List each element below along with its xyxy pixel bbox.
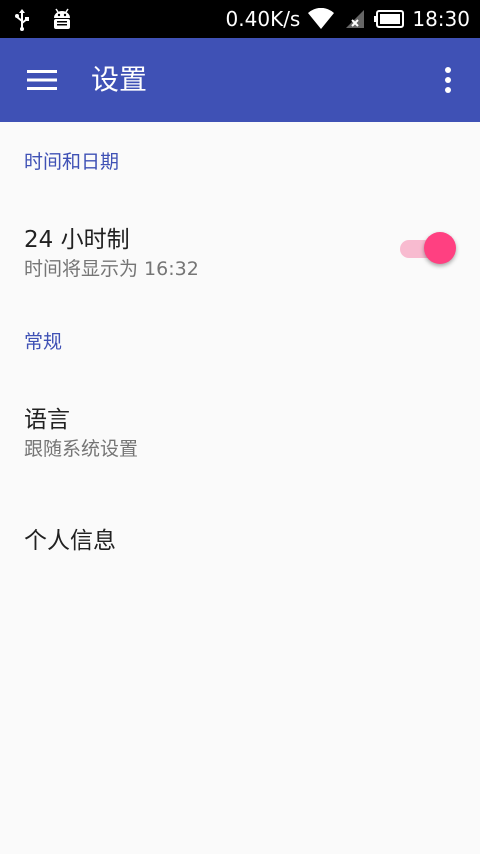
pref-language-title: 语言 bbox=[24, 407, 70, 433]
24-hour-toggle[interactable] bbox=[398, 230, 456, 266]
pref-language[interactable]: 语言 跟随系统设置 bbox=[0, 384, 480, 470]
settings-list: 时间和日期 24 小时制 时间将显示为 16:32 常规 语言 跟随系统设置 个… bbox=[0, 122, 480, 854]
battery-icon bbox=[374, 10, 405, 28]
pref-personal-info[interactable]: 个人信息 bbox=[0, 492, 480, 578]
page-title: 设置 bbox=[91, 63, 148, 96]
section-header-general: 常规 bbox=[24, 331, 63, 353]
pref-personal-info-title: 个人信息 bbox=[24, 528, 116, 554]
toggle-thumb bbox=[424, 232, 456, 264]
app-bar: 设置 bbox=[0, 38, 480, 122]
more-options-icon[interactable] bbox=[430, 58, 466, 102]
pref-language-summary: 跟随系统设置 bbox=[24, 438, 139, 460]
network-speed: 0.40K/s bbox=[225, 7, 301, 31]
pref-24-hour[interactable]: 24 小时制 时间将显示为 16:32 bbox=[0, 204, 480, 290]
section-header-datetime: 时间和日期 bbox=[24, 151, 120, 173]
menu-icon[interactable] bbox=[18, 58, 66, 102]
pref-24-hour-summary: 时间将显示为 16:32 bbox=[24, 258, 199, 280]
clock: 18:30 bbox=[412, 7, 470, 31]
pref-24-hour-title: 24 小时制 bbox=[24, 227, 130, 253]
usb-icon bbox=[14, 9, 30, 31]
status-bar: 0.40K/s 18:30 bbox=[0, 0, 480, 38]
signal-icon bbox=[342, 8, 366, 30]
wifi-icon bbox=[308, 8, 335, 30]
android-debug-icon bbox=[50, 8, 74, 32]
